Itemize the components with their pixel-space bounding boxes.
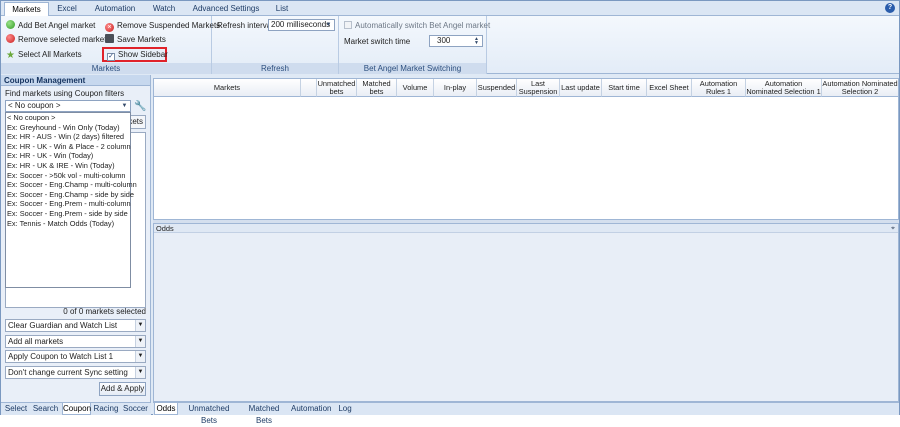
green-plus-icon: [6, 20, 15, 29]
tab-advanced-settings[interactable]: Advanced Settings: [189, 2, 263, 16]
add-bet-angel-market-button[interactable]: Add Bet Angel market: [6, 19, 95, 32]
tab-racing[interactable]: Racing: [92, 403, 120, 415]
coupon-option[interactable]: Ex: Soccer - Eng.Prem - side by side: [6, 209, 130, 219]
column-header-last-update[interactable]: Last update: [560, 79, 602, 97]
tab-select[interactable]: Select: [3, 403, 29, 415]
bet-angel-window: Markets Excel Automation Watch Advanced …: [0, 0, 900, 425]
checkbox-icon: [344, 21, 352, 29]
red-minus-icon: [6, 34, 15, 43]
tab-search[interactable]: Search: [30, 403, 61, 415]
chevron-down-icon: ▼: [135, 320, 145, 331]
column-header-volume[interactable]: Volume: [397, 79, 434, 97]
pin-icon[interactable]: ⌖: [891, 224, 895, 233]
tab-list[interactable]: List: [269, 2, 295, 16]
chevron-down-icon: ▼: [121, 103, 128, 109]
group-label-market-switching: Bet Angel Market Switching: [339, 63, 486, 74]
ribbon: Add Bet Angel market Remove selected mar…: [1, 16, 899, 74]
save-markets-button[interactable]: Save Markets: [105, 33, 166, 46]
tab-automation[interactable]: Automation: [89, 2, 141, 16]
column-header-markets[interactable]: Markets: [154, 79, 301, 97]
tab-soccer[interactable]: Soccer: [121, 403, 150, 415]
coupon-option[interactable]: Ex: Soccer - Eng.Prem - multi-column: [6, 199, 131, 209]
column-header-start-time[interactable]: Start time: [602, 79, 647, 97]
ribbon-tabstrip: Markets Excel Automation Watch Advanced …: [1, 1, 899, 17]
tab-markets[interactable]: Markets: [4, 2, 49, 17]
add-apply-button[interactable]: Add & Apply: [99, 382, 146, 396]
column-header-last-suspension[interactable]: Last Suspension: [517, 79, 560, 97]
coupon-option[interactable]: Ex: Greyhound - Win Only (Today): [6, 123, 130, 133]
tab-watch[interactable]: Watch: [147, 2, 181, 16]
auto-switch-checkbox[interactable]: Automatically switch Bet Angel market: [344, 21, 490, 30]
column-header-matched-bets[interactable]: Matched bets: [357, 79, 397, 97]
coupon-option[interactable]: < No coupon >: [6, 113, 130, 123]
main-bottom-tabs: Odds Unmatched Bets Matched Bets Automat…: [153, 402, 899, 425]
refresh-interval-label: Refresh interval: [217, 21, 274, 30]
coupon-option[interactable]: Ex: HR - UK - Win & Place - 2 column: [6, 142, 131, 152]
spinner-arrows-icon: ▲ ▼: [474, 36, 479, 46]
column-header-in-play[interactable]: In-play: [434, 79, 477, 97]
column-header-automation-nominated-selection-2[interactable]: Automation Nominated Selection 2: [822, 79, 898, 97]
tab-matched-bets[interactable]: Matched Bets: [240, 403, 288, 425]
tab-odds[interactable]: Odds: [154, 403, 178, 415]
coupon-option[interactable]: Ex: HR - AUS - Win (2 days) filtered: [6, 132, 130, 142]
tab-excel[interactable]: Excel: [51, 2, 83, 16]
find-markets-label: Find markets using Coupon filters: [5, 89, 125, 98]
tab-unmatched-bets[interactable]: Unmatched Bets: [180, 403, 238, 425]
ribbon-group-refresh: Refresh interval 200 milliseconds ▼ Refr…: [212, 16, 339, 74]
coupon-option[interactable]: Ex: HR - UK - Win (Today): [6, 151, 130, 161]
odds-panel: Odds ⌖: [153, 223, 899, 402]
star-icon: ★: [6, 50, 15, 61]
tab-coupon[interactable]: Coupon: [62, 403, 91, 415]
column-header-automation-rules-1[interactable]: Automation Rules 1: [692, 79, 746, 97]
markets-grid: Markets Unmatched bets Matched bets Volu…: [153, 78, 899, 220]
column-header-unmatched-bets[interactable]: Unmatched bets: [317, 79, 357, 97]
sidebar-title: Coupon Management: [1, 75, 150, 86]
ribbon-group-market-switching: Automatically switch Bet Angel market Ma…: [339, 16, 490, 74]
coupon-option[interactable]: Ex: Soccer - Eng.Champ - multi-column: [6, 180, 137, 190]
add-markets-select[interactable]: Add all markets ▼: [5, 335, 146, 348]
coupon-sidebar: Coupon Management Find markets using Cou…: [1, 75, 151, 402]
select-all-markets-button[interactable]: ★ Select All Markets: [6, 48, 82, 61]
coupon-option[interactable]: Ex: Soccer - >50k vol - multi-column: [6, 171, 130, 181]
column-header-suspended[interactable]: Suspended: [477, 79, 517, 97]
floppy-disk-icon: [105, 34, 114, 43]
help-icon[interactable]: ?: [885, 3, 895, 13]
sidebar-bottom-tabs: Select Search Coupon Racing Soccer: [1, 402, 151, 415]
chevron-down-icon: ▼: [325, 22, 332, 28]
column-header-automation-nominated-selection-1[interactable]: Automation Nominated Selection 1: [746, 79, 822, 97]
coupon-option[interactable]: Ex: HR - UK & IRE - Win (Today): [6, 161, 130, 171]
remove-selected-markets-button[interactable]: Remove selected markets: [6, 33, 110, 46]
column-header-excel-sheet[interactable]: Excel Sheet: [647, 79, 692, 97]
group-label-refresh: Refresh: [212, 63, 338, 74]
tab-log[interactable]: Log: [334, 403, 356, 415]
sync-setting-select[interactable]: Don't change current Sync setting ▼: [5, 366, 146, 379]
refresh-interval-select[interactable]: 200 milliseconds ▼: [268, 19, 335, 31]
ribbon-group-markets: Add Bet Angel market Remove selected mar…: [1, 16, 220, 74]
remove-suspended-markets-button[interactable]: × Remove Suspended Markets: [105, 19, 220, 32]
coupon-select[interactable]: < No coupon > ▼: [5, 100, 131, 112]
coupon-option[interactable]: Ex: Soccer - Eng.Champ - side by side: [6, 190, 134, 200]
group-label-markets: Markets: [1, 63, 211, 74]
market-switch-time-spinner[interactable]: 300 ▲ ▼: [429, 35, 483, 47]
coupon-option[interactable]: Ex: Tennis - Match Odds (Today): [6, 219, 130, 229]
chevron-down-icon: ▼: [135, 336, 145, 347]
guardian-action-select[interactable]: Clear Guardian and Watch List ▼: [5, 319, 146, 332]
coupon-dropdown-list: < No coupon > Ex: Greyhound - Win Only (…: [5, 112, 137, 288]
apply-coupon-select[interactable]: Apply Coupon to Watch List 1 ▼: [5, 350, 146, 363]
chevron-down-icon: ▼: [135, 367, 145, 378]
wrench-icon[interactable]: 🔧: [134, 101, 146, 113]
odds-panel-title: Odds ⌖: [154, 224, 898, 233]
tab-automation-log[interactable]: Automation: [291, 403, 331, 415]
chevron-down-icon: ▼: [135, 351, 145, 362]
red-x-icon: ×: [105, 23, 114, 32]
markets-selected-count: 0 of 0 markets selected: [63, 307, 146, 316]
show-sidebar-checkbox[interactable]: ✓ Show Sidebar: [102, 47, 168, 62]
column-header-blank[interactable]: [301, 79, 317, 97]
market-switch-time-label: Market switch time: [344, 37, 411, 46]
checkbox-icon: ✓: [107, 53, 115, 61]
